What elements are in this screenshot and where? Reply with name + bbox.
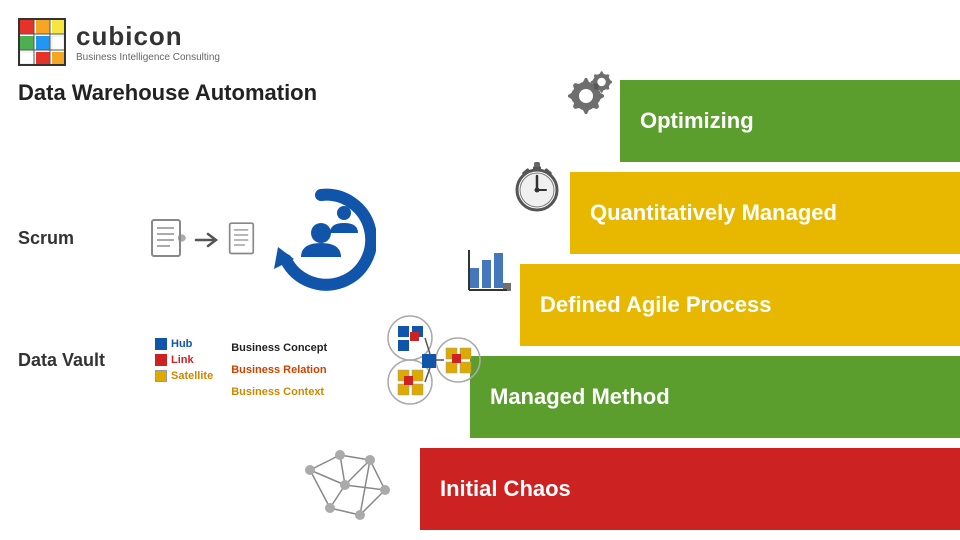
bar-initial-chaos: Initial Chaos: [420, 448, 960, 530]
document2-icon: [228, 218, 260, 262]
scrum-cycle-icon: [266, 185, 376, 295]
legend-concepts: Business Concept Business Relation Busin…: [231, 338, 327, 400]
business-concept-label: Business Concept: [231, 342, 327, 354]
header: cubicon Business Intelligence Consulting: [18, 18, 220, 66]
logo-subtitle: Business Intelligence Consulting: [76, 52, 220, 63]
hub-label: Hub: [171, 338, 192, 350]
cubicon-logo-icon: [18, 18, 66, 66]
logo-title: cubicon: [76, 21, 220, 52]
scrum-process-area: [150, 185, 376, 295]
business-context-label: Business Context: [231, 386, 324, 398]
legend-shapes: Hub Link Satellite: [155, 338, 213, 382]
hub-color-square: [155, 338, 167, 350]
bar-label-optimizing: Optimizing: [640, 108, 754, 134]
satellite-label: Satellite: [171, 370, 213, 382]
bar-label-initial-chaos: Initial Chaos: [440, 476, 571, 502]
link-color-square: [155, 354, 167, 366]
bar-optimizing: Optimizing: [620, 80, 960, 162]
data-vault-legend: Hub Link Satellite Business Concept Busi…: [155, 338, 327, 400]
logo-text: cubicon Business Intelligence Consulting: [76, 21, 220, 63]
gear-icon: [557, 68, 612, 123]
bar-managed-method: Managed Method: [470, 356, 960, 438]
satellite-color-square: [155, 370, 167, 382]
network-diagram: [290, 440, 400, 528]
data-vault-diagram: [370, 310, 490, 410]
bar-label-managed-method: Managed Method: [490, 384, 670, 410]
clock-icon: [512, 158, 562, 213]
document-icon: [150, 218, 188, 262]
page-title: Data Warehouse Automation: [18, 80, 317, 106]
bar-label-quantitatively: Quantitatively Managed: [590, 200, 837, 226]
bar-chart-icon: [467, 248, 512, 293]
bar-defined-agile: Defined Agile Process: [520, 264, 960, 346]
bar-quantitatively: Quantitatively Managed: [570, 172, 960, 254]
arrow-right-icon: [194, 230, 222, 250]
scrum-label: Scrum: [18, 228, 74, 249]
bar-label-defined-agile: Defined Agile Process: [540, 292, 771, 318]
datavault-label: Data Vault: [18, 350, 105, 371]
link-label: Link: [171, 354, 194, 366]
business-relation-label: Business Relation: [231, 364, 326, 376]
